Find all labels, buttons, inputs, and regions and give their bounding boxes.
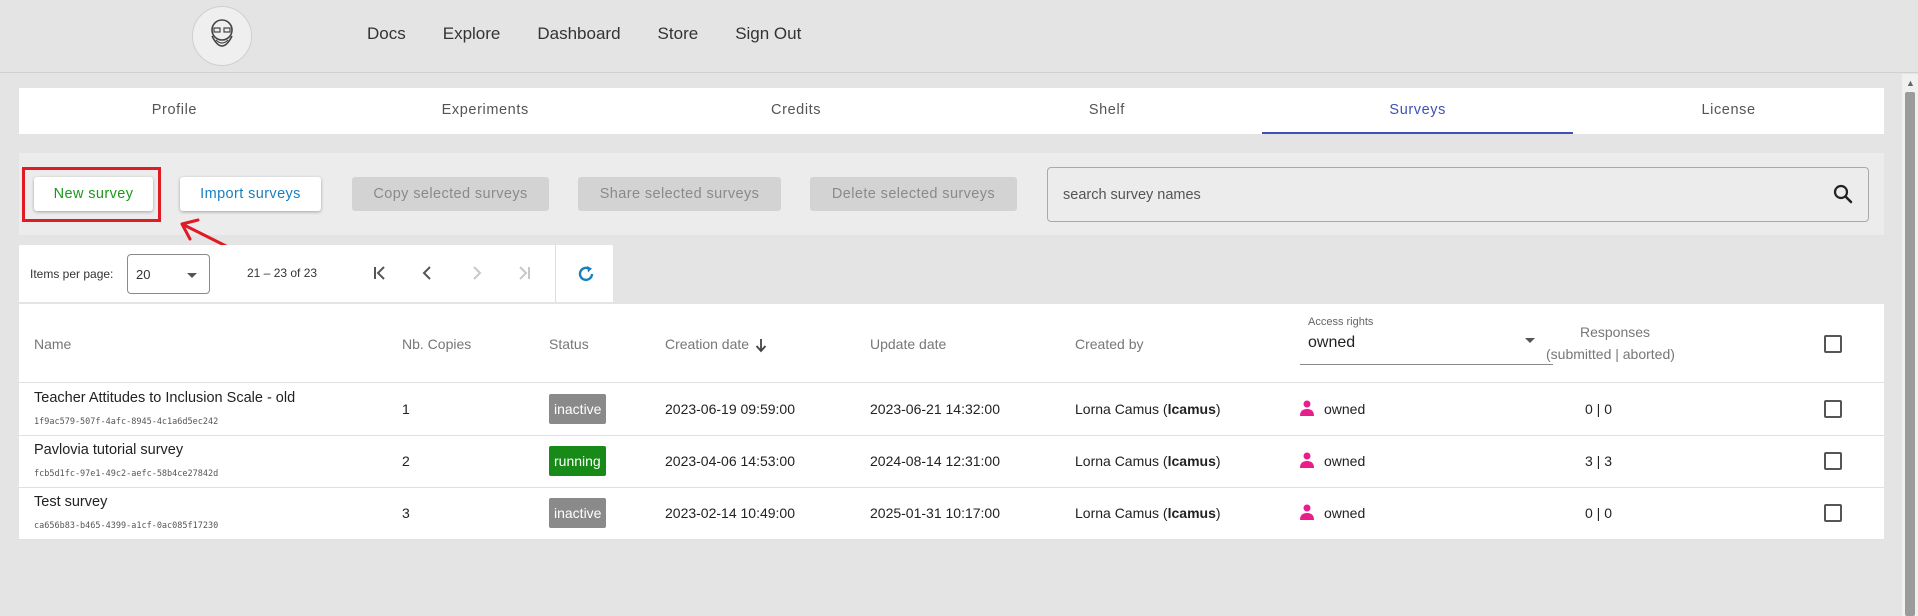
dropdown-caret-icon [1525, 338, 1535, 343]
tab-experiments[interactable]: Experiments [330, 88, 641, 134]
access-rights-value: owned [1308, 334, 1356, 351]
items-per-page-label: Items per page: [30, 267, 114, 281]
survey-copies: 3 [402, 505, 410, 521]
tab-shelf[interactable]: Shelf [951, 88, 1262, 134]
survey-name[interactable]: Pavlovia tutorial survey [34, 442, 183, 458]
previous-page-icon[interactable] [419, 264, 437, 282]
main-nav: Docs Explore Dashboard Store Sign Out [367, 24, 838, 44]
sort-descending-arrow-icon[interactable] [754, 337, 768, 353]
creator-name: Lorna Camus [1075, 401, 1160, 417]
nav-sign-out[interactable]: Sign Out [735, 24, 801, 44]
items-per-page-select[interactable]: 20 [127, 254, 210, 294]
dashboard-tabs: Profile Experiments Credits Shelf Survey… [19, 88, 1884, 134]
table-row[interactable]: Pavlovia tutorial survey fcb5d1fc-97e1-4… [19, 435, 1884, 488]
table-header: Name Nb. Copies Status Creation date Upd… [19, 304, 1884, 383]
logo-face-icon [211, 19, 233, 47]
owner-person-icon [1300, 400, 1314, 416]
tab-license[interactable]: License [1573, 88, 1884, 134]
tab-surveys[interactable]: Surveys [1262, 88, 1574, 134]
copy-selected-surveys-button[interactable]: Copy selected surveys [352, 177, 549, 211]
items-per-page-value: 20 [136, 267, 151, 282]
table-row[interactable]: Teacher Attitudes to Inclusion Scale - o… [19, 383, 1884, 436]
search-icon[interactable] [1832, 183, 1854, 205]
scroll-up-arrow-icon[interactable]: ▲ [1906, 78, 1915, 88]
scrollbar-thumb[interactable] [1905, 92, 1915, 616]
status-badge: running [549, 446, 606, 476]
tab-profile[interactable]: Profile [19, 88, 330, 134]
table-row[interactable]: Test survey ca656b83-b465-4399-a1cf-0ac0… [19, 487, 1884, 540]
update-date: 2025-01-31 10:17:00 [870, 505, 1000, 521]
creation-date: 2023-02-14 10:49:00 [665, 505, 795, 521]
paginator-divider [555, 245, 556, 302]
creator-name: Lorna Camus [1075, 453, 1160, 469]
vertical-scrollbar[interactable]: ▲ [1902, 74, 1918, 616]
tab-credits[interactable]: Credits [641, 88, 952, 134]
pavlovia-logo[interactable] [192, 6, 252, 66]
created-by: Lorna Camus (lcamus) [1075, 505, 1221, 521]
creation-date: 2023-04-06 14:53:00 [665, 453, 795, 469]
responses-count: 0 | 0 [1585, 401, 1612, 417]
row-select-checkbox[interactable] [1824, 504, 1842, 522]
creator-handle: lcamus [1167, 401, 1216, 417]
top-nav-bar: Docs Explore Dashboard Store Sign Out [0, 0, 1918, 73]
survey-copies: 2 [402, 453, 410, 469]
paginator: Items per page: 20 21 – 23 of 23 [19, 245, 613, 302]
select-all-checkbox[interactable] [1824, 335, 1842, 353]
import-surveys-button[interactable]: Import surveys [180, 177, 321, 211]
header-responses-line2: (submitted | aborted) [1546, 346, 1675, 362]
access-rights-label: Access rights [1308, 316, 1374, 328]
delete-selected-surveys-button[interactable]: Delete selected surveys [810, 177, 1017, 211]
page-range-label: 21 – 23 of 23 [247, 266, 318, 280]
update-date: 2024-08-14 12:31:00 [870, 453, 1000, 469]
responses-count: 3 | 3 [1585, 453, 1612, 469]
status-badge: inactive [549, 394, 607, 424]
creation-date: 2023-06-19 09:59:00 [665, 401, 795, 417]
creator-handle: lcamus [1167, 505, 1216, 521]
survey-copies: 1 [402, 401, 410, 417]
share-selected-surveys-button[interactable]: Share selected surveys [578, 177, 781, 211]
survey-id: 1f9ac579-507f-4afc-8945-4c1a6d5ec242 [34, 417, 219, 427]
nav-explore[interactable]: Explore [443, 24, 501, 44]
nav-store[interactable]: Store [658, 24, 699, 44]
survey-name[interactable]: Teacher Attitudes to Inclusion Scale - o… [34, 390, 295, 406]
creator-handle: lcamus [1167, 453, 1216, 469]
responses-count: 0 | 0 [1585, 505, 1612, 521]
survey-id: fcb5d1fc-97e1-49c2-aefc-58b4ce27842d [34, 469, 219, 479]
owner-person-icon [1300, 504, 1314, 520]
created-by: Lorna Camus (lcamus) [1075, 453, 1221, 469]
surveys-table: Name Nb. Copies Status Creation date Upd… [19, 304, 1884, 540]
header-created-by[interactable]: Created by [1075, 336, 1143, 352]
last-page-icon[interactable] [515, 264, 533, 282]
header-name[interactable]: Name [34, 336, 71, 352]
nav-docs[interactable]: Docs [367, 24, 406, 44]
header-status[interactable]: Status [549, 336, 589, 352]
access-rights: owned [1324, 505, 1366, 521]
header-creation-date[interactable]: Creation date [665, 336, 749, 352]
new-survey-highlight-box [22, 167, 161, 222]
header-responses-line1: Responses [1580, 324, 1651, 340]
search-survey-names-input[interactable]: search survey names [1047, 167, 1869, 222]
owner-person-icon [1300, 452, 1314, 468]
access-rights: owned [1324, 453, 1366, 469]
survey-id: ca656b83-b465-4399-a1cf-0ac085f17230 [34, 521, 219, 531]
header-update-date[interactable]: Update date [870, 336, 946, 352]
access-rights-select[interactable]: Access rights owned [1300, 312, 1553, 365]
nav-dashboard[interactable]: Dashboard [537, 24, 620, 44]
status-badge: inactive [549, 498, 607, 528]
row-select-checkbox[interactable] [1824, 400, 1842, 418]
first-page-icon[interactable] [371, 264, 389, 282]
header-nb-copies[interactable]: Nb. Copies [402, 336, 471, 352]
row-select-checkbox[interactable] [1824, 452, 1842, 470]
survey-name[interactable]: Test survey [34, 494, 107, 510]
search-placeholder: search survey names [1063, 187, 1201, 203]
update-date: 2023-06-21 14:32:00 [870, 401, 1000, 417]
access-rights: owned [1324, 401, 1366, 417]
created-by: Lorna Camus (lcamus) [1075, 401, 1221, 417]
creator-name: Lorna Camus [1075, 505, 1160, 521]
next-page-icon[interactable] [467, 264, 485, 282]
dropdown-caret-icon [187, 273, 197, 278]
refresh-icon[interactable] [575, 263, 597, 285]
